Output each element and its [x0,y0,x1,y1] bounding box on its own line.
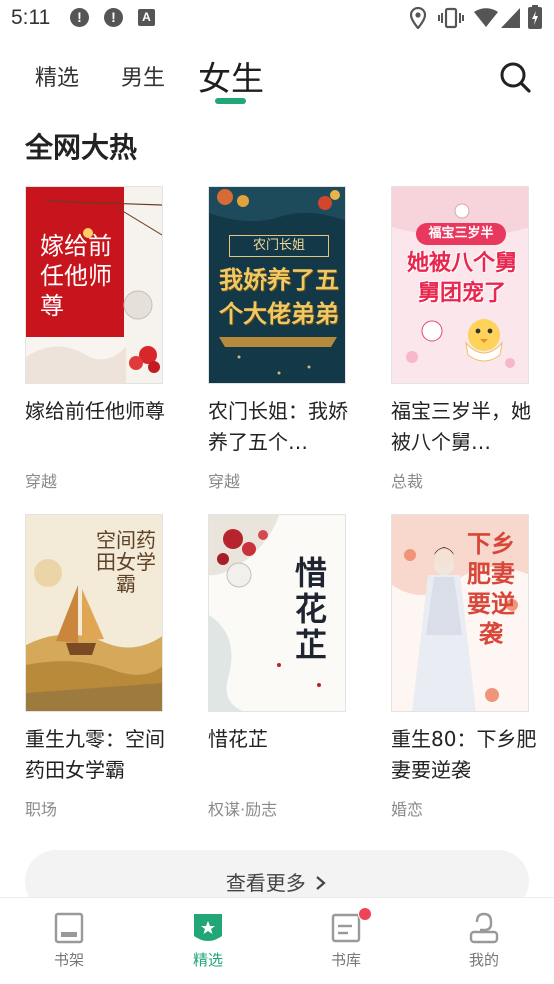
book-category: 穿越 [208,472,241,491]
cover-title: 嫁给前任他师尊 [40,232,112,320]
cover-title: 惜花芷 [294,554,327,664]
battery-charging-icon [528,5,542,29]
book-cover[interactable]: 农门长姐 我娇养了五个大佬弟弟 [208,186,346,384]
book-category: 总裁 [391,472,424,491]
cover-subtitle: 福宝三岁半 [416,223,506,245]
featured-icon [194,914,222,941]
cover-title: 我娇养了五个大佬弟弟 [219,265,339,328]
bottom-navigation: 书架 精选 书库 我的 [0,897,554,984]
book-category: 穿越 [25,472,58,491]
vibrate-icon [438,7,464,29]
tab-male[interactable]: 男生 [121,60,165,92]
book-cover[interactable]: 下乡肥妻要逆袭 [391,514,529,712]
cover-title: 空间药田女学霸 [96,528,156,596]
cellular-signal-icon [501,8,520,28]
nav-bookshelf[interactable]: 书架 [29,898,109,984]
book-title[interactable]: 嫁给前任他师尊 [25,396,175,427]
book-category: 婚恋 [391,800,424,819]
view-more-row: 查看更多 [25,867,529,896]
alert-icon: ! [104,8,123,27]
library-icon [331,913,361,943]
search-icon[interactable] [498,60,532,94]
wifi-icon [474,8,498,27]
cover-title: 下乡肥妻要逆袭 [467,529,515,648]
book-title[interactable]: 农门长姐：我娇养了五个… [208,396,358,458]
nav-label: 我的 [468,951,499,969]
book-category: 权谋·励志 [208,800,278,819]
status-time: 5:11 [11,6,51,29]
book-title[interactable]: 惜花芷 [208,724,358,755]
tab-female[interactable]: 女生 [198,52,264,100]
a-notification-icon: A [138,9,155,26]
active-tab-indicator [215,98,246,104]
bookshelf-icon [54,912,84,944]
book-cover[interactable]: 惜花芷 [208,514,346,712]
cover-subtitle: 农门长姐 [229,235,329,257]
nav-label: 精选 [192,951,223,969]
book-title[interactable]: 重生九零：空间药田女学霸 [25,724,175,786]
alert-icon: ! [70,8,89,27]
profile-icon [469,912,499,944]
view-more-label: 查看更多 [225,871,306,895]
book-title[interactable]: 福宝三岁半，她被八个舅… [391,396,541,458]
tab-featured[interactable]: 精选 [35,60,79,92]
section-title: 全网大热 [25,131,138,164]
chevron-right-icon [316,876,326,890]
cover-title: 她被八个舅舅团宠了 [406,251,517,306]
nav-label: 书架 [53,951,84,969]
nav-profile[interactable]: 我的 [444,898,524,984]
nav-label: 书库 [330,951,361,969]
notification-badge [358,907,372,921]
book-category: 职场 [25,800,58,819]
book-title[interactable]: 重生80：下乡肥妻要逆袭 [391,724,541,786]
top-tab-bar: 精选 男生 女生 [0,50,554,110]
nav-library[interactable]: 书库 [306,898,386,984]
location-icon [410,7,426,29]
status-bar: 5:11 ! ! A [0,0,554,36]
nav-featured[interactable]: 精选 [168,898,248,984]
book-cover[interactable]: 嫁给前任他师尊 [25,186,163,384]
book-cover[interactable]: 福宝三岁半 她被八个舅舅团宠了 [391,186,529,384]
book-cover[interactable]: 空间药田女学霸 [25,514,163,712]
